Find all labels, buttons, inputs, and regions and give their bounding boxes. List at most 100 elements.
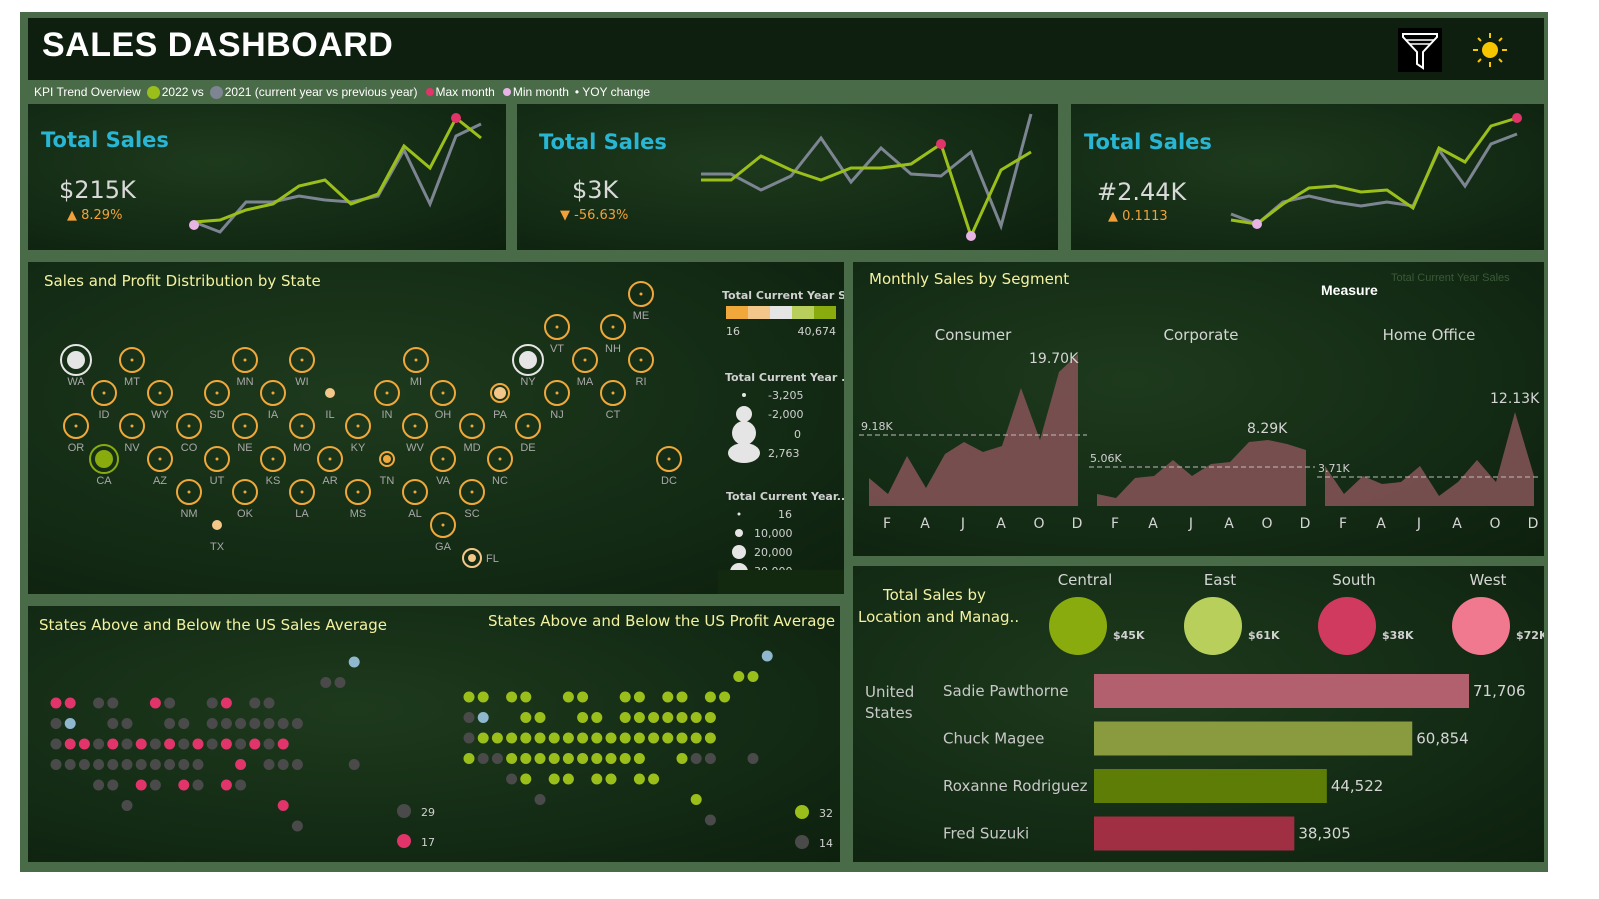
state-dot[interactable] <box>463 753 475 764</box>
state-dot[interactable] <box>690 712 702 723</box>
state-marker-ct[interactable]: CT <box>600 380 626 421</box>
manager-bar[interactable] <box>1094 816 1295 851</box>
state-dot[interactable] <box>249 718 261 729</box>
state-dot[interactable] <box>463 712 475 723</box>
manager-bar[interactable] <box>1094 769 1327 803</box>
state-dot[interactable] <box>235 779 247 791</box>
state-dot[interactable] <box>192 759 204 770</box>
state-dot[interactable] <box>506 691 518 703</box>
state-dot[interactable] <box>263 697 275 709</box>
state-dot[interactable] <box>648 712 660 723</box>
state-dot[interactable] <box>506 732 518 744</box>
state-marker-ny[interactable]: NY <box>512 344 544 388</box>
state-dot[interactable] <box>704 691 716 703</box>
state-dot[interactable] <box>178 718 190 729</box>
state-dot[interactable] <box>562 753 574 764</box>
state-marker-ar[interactable]: AR <box>317 446 343 487</box>
state-dot[interactable] <box>577 732 589 744</box>
state-marker-ne[interactable]: NE <box>232 413 258 454</box>
state-dot[interactable] <box>164 697 176 709</box>
state-dot[interactable] <box>548 732 560 744</box>
state-dot[interactable] <box>220 718 232 729</box>
state-dot[interactable] <box>619 691 631 703</box>
state-dot[interactable] <box>149 779 161 791</box>
state-dot[interactable] <box>93 697 105 709</box>
manager-row[interactable]: Chuck Magee 60,854 <box>943 721 1469 756</box>
state-dot[interactable] <box>676 753 688 764</box>
state-marker-nj[interactable]: NJ <box>544 380 570 421</box>
state-dot[interactable] <box>64 697 76 709</box>
state-dot[interactable] <box>704 814 716 826</box>
state-marker-wi[interactable]: WI <box>289 347 315 388</box>
state-marker-ks[interactable]: KS <box>260 446 286 487</box>
state-dot[interactable] <box>220 697 232 709</box>
kpi-card-1[interactable]: Total Sales $215K ▲ 8.29% <box>28 104 506 250</box>
state-dot[interactable] <box>277 718 289 729</box>
state-dot[interactable] <box>690 794 702 805</box>
state-marker-id[interactable]: ID <box>91 380 117 421</box>
region-south[interactable]: South $38K <box>1318 571 1414 655</box>
state-dot[interactable] <box>249 697 261 709</box>
state-marker-mi[interactable]: MI <box>403 347 429 388</box>
state-dot[interactable] <box>591 773 603 785</box>
state-marker-me[interactable]: ME <box>628 281 654 322</box>
state-dot[interactable] <box>648 732 660 744</box>
state-dot[interactable] <box>178 738 190 750</box>
region-bubble[interactable] <box>1049 597 1107 655</box>
state-marker-in[interactable]: IN <box>374 380 400 421</box>
state-marker-nm[interactable]: NM <box>176 479 202 520</box>
state-marker-sc[interactable]: SC <box>459 479 485 520</box>
state-dot[interactable] <box>78 738 90 750</box>
state-dot[interactable] <box>164 738 176 750</box>
state-dot[interactable] <box>291 718 303 729</box>
state-dot[interactable] <box>178 779 190 791</box>
region-bubble[interactable] <box>1452 597 1510 655</box>
state-dot[interactable] <box>704 753 716 764</box>
state-dot[interactable] <box>263 738 275 750</box>
manager-row[interactable]: Sadie Pawthorne 71,706 <box>943 674 1526 708</box>
state-dot[interactable] <box>107 738 119 750</box>
state-dot[interactable] <box>107 718 119 729</box>
state-dot[interactable] <box>534 794 546 805</box>
state-marker-nh[interactable]: NH <box>600 314 626 355</box>
state-dot[interactable] <box>548 753 560 764</box>
state-dot[interactable] <box>121 738 133 750</box>
state-dot[interactable] <box>633 773 645 785</box>
state-dot[interactable] <box>277 800 289 811</box>
state-marker-tn[interactable]: TN <box>379 451 395 487</box>
state-dot[interactable] <box>491 732 503 744</box>
state-dot[interactable] <box>164 759 176 770</box>
state-dot[interactable] <box>562 773 574 785</box>
state-dot[interactable] <box>277 738 289 750</box>
state-dot[interactable] <box>178 759 190 770</box>
state-marker-de[interactable]: DE <box>515 413 541 454</box>
state-dot[interactable] <box>548 773 560 785</box>
state-marker-ga[interactable]: GA <box>430 512 456 553</box>
state-dot[interactable] <box>206 718 218 729</box>
state-dot[interactable] <box>506 773 518 785</box>
state-dot[interactable] <box>192 779 204 791</box>
state-dot[interactable] <box>135 779 147 791</box>
state-marker-az[interactable]: AZ <box>147 446 173 487</box>
state-dot[interactable] <box>263 718 275 729</box>
kpi-card-3[interactable]: Total Sales #2.44K ▲ 0.1113 <box>1071 104 1544 250</box>
state-dot[interactable] <box>520 753 532 764</box>
state-dot[interactable] <box>534 753 546 764</box>
state-marker-mt[interactable]: MT <box>119 347 145 388</box>
state-dot[interactable] <box>107 759 119 770</box>
state-dot[interactable] <box>562 691 574 703</box>
state-dot[interactable] <box>477 753 489 764</box>
state-dot[interactable] <box>463 691 475 703</box>
state-dot[interactable] <box>149 697 161 709</box>
state-dot[interactable] <box>719 691 731 703</box>
state-marker-pa[interactable]: PA <box>490 383 510 421</box>
state-dot[interactable] <box>121 759 133 770</box>
state-dot[interactable] <box>605 732 617 744</box>
state-dot[interactable] <box>220 738 232 750</box>
state-marker-nc[interactable]: NC <box>487 446 513 487</box>
state-dot[interactable] <box>747 671 759 682</box>
state-dot[interactable] <box>64 718 76 729</box>
state-dot[interactable] <box>78 759 90 770</box>
state-dot[interactable] <box>662 712 674 723</box>
state-dot[interactable] <box>704 732 716 744</box>
